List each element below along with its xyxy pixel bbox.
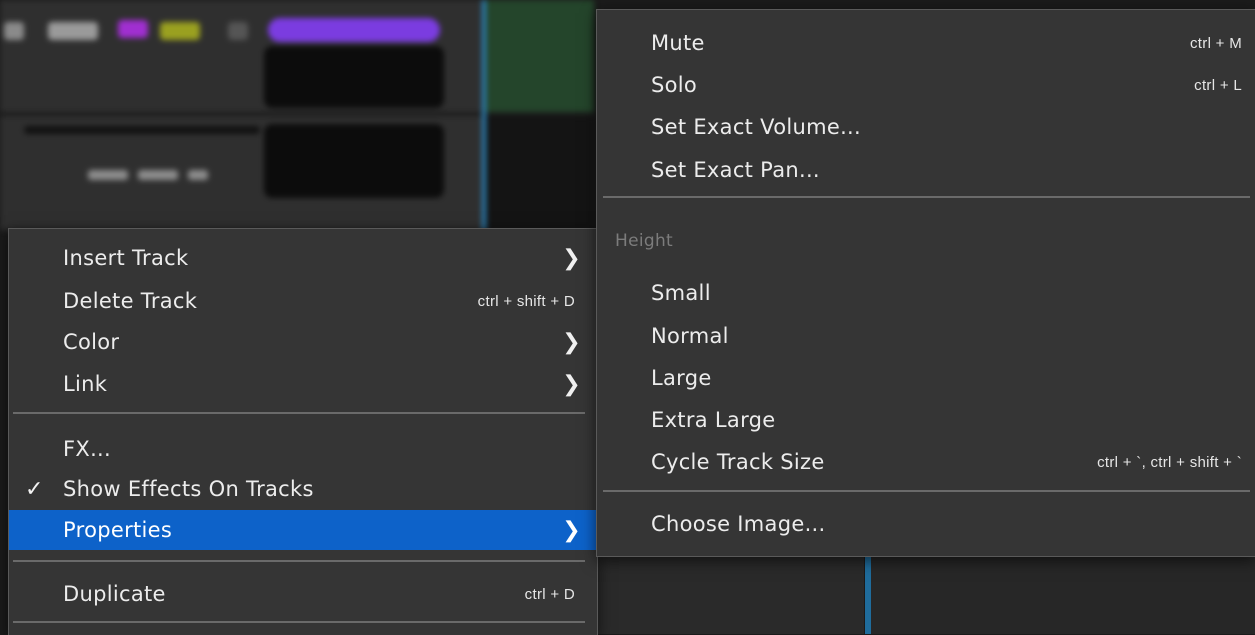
menu-item-cycle-track-size[interactable]: Cycle Track Size ctrl + `, ctrl + shift …: [597, 442, 1255, 482]
chevron-right-icon: ❯: [562, 245, 581, 271]
menu-item-label: Set Exact Pan...: [651, 158, 820, 182]
height-section-title: Height: [615, 231, 673, 251]
menu-item-show-effects-on-tracks[interactable]: ✓ Show Effects On Tracks: [9, 469, 597, 509]
menu-item-label: Delete Track: [63, 289, 198, 313]
properties-submenu: Mute ctrl + M Solo ctrl + L Set Exact Vo…: [596, 9, 1255, 557]
shortcut-label: ctrl + L: [1194, 76, 1242, 94]
menu-item-delete-track[interactable]: Delete Track ctrl + shift + D: [9, 281, 597, 321]
menu-item-label: Solo: [651, 73, 698, 97]
menu-item-label: Mute: [651, 31, 705, 55]
track-context-menu: Insert Track ❯ Delete Track ctrl + shift…: [8, 228, 598, 635]
shortcut-label: ctrl + M: [1190, 34, 1242, 52]
menu-item-choose-image[interactable]: Choose Image...: [597, 504, 1255, 544]
menu-item-label: Set Exact Volume...: [651, 115, 862, 139]
menu-item-label: Small: [651, 281, 711, 305]
menu-item-duplicate[interactable]: Duplicate ctrl + D: [9, 574, 597, 614]
chevron-right-icon: ❯: [562, 329, 581, 355]
shortcut-label: ctrl + `, ctrl + shift + `: [1097, 453, 1242, 471]
menu-item-insert-track[interactable]: Insert Track ❯: [9, 238, 597, 278]
menu-item-label: Cycle Track Size: [651, 450, 825, 474]
menu-item-fx[interactable]: FX...: [9, 429, 597, 469]
menu-item-label: Properties: [63, 518, 173, 542]
chevron-right-icon: ❯: [562, 371, 581, 397]
menu-item-label: Duplicate: [63, 582, 166, 606]
shortcut-label: ctrl + D: [524, 585, 575, 603]
menu-item-label: Link: [63, 372, 108, 396]
menu-item-height-normal[interactable]: Normal: [597, 316, 1255, 356]
menu-separator: [13, 621, 585, 623]
menu-item-label: Show Effects On Tracks: [63, 477, 314, 501]
menu-item-label: Normal: [651, 324, 729, 348]
menu-separator: [13, 412, 585, 414]
menu-item-link[interactable]: Link ❯: [9, 364, 597, 404]
menu-item-color[interactable]: Color ❯: [9, 322, 597, 362]
menu-item-height-extra-large[interactable]: Extra Large: [597, 400, 1255, 440]
menu-separator: [603, 196, 1250, 198]
menu-item-label: Large: [651, 366, 712, 390]
menu-item-solo[interactable]: Solo ctrl + L: [597, 65, 1255, 105]
shortcut-label: ctrl + shift + D: [477, 292, 575, 310]
menu-item-label: Choose Image...: [651, 512, 826, 536]
menu-item-label: Insert Track: [63, 246, 189, 270]
chevron-right-icon: ❯: [562, 517, 581, 543]
menu-separator: [603, 490, 1250, 492]
menu-item-mute[interactable]: Mute ctrl + M: [597, 23, 1255, 63]
audio-clip-blurred: [486, 0, 594, 112]
menu-item-label: Color: [63, 330, 120, 354]
menu-item-set-exact-volume[interactable]: Set Exact Volume...: [597, 107, 1255, 147]
menu-item-label: Extra Large: [651, 408, 776, 432]
menu-item-set-exact-pan[interactable]: Set Exact Pan...: [597, 150, 1255, 190]
menu-item-properties[interactable]: Properties ❯: [9, 510, 597, 550]
menu-separator: [13, 560, 585, 562]
checkmark-icon: ✓: [25, 476, 44, 502]
menu-item-label: FX...: [63, 437, 111, 461]
menu-item-height-large[interactable]: Large: [597, 358, 1255, 398]
menu-item-height-small[interactable]: Small: [597, 273, 1255, 313]
